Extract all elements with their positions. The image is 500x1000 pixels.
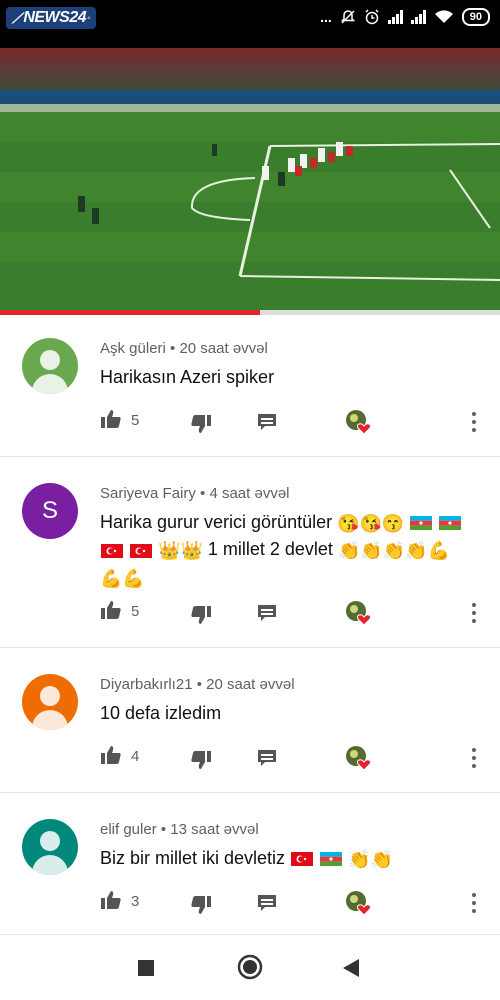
- comment-item: Diyarbakırlı21 • 20 saat əvvəl 10 defa i…: [0, 648, 500, 792]
- more-vert-icon[interactable]: [471, 748, 477, 768]
- creator-heart-icon: [346, 410, 372, 435]
- like-button[interactable]: [100, 745, 122, 765]
- video-player[interactable]: [0, 48, 500, 310]
- comment-time: 20 saat əvvəl: [206, 676, 295, 693]
- comment-text-content: Biz bir millet iki devletiz: [100, 848, 286, 868]
- avatar-letter: S: [41, 497, 58, 524]
- like-count: 4: [131, 748, 140, 765]
- turkey-flag-icon: [101, 543, 123, 558]
- comment-text: 10 defa izledim: [100, 703, 222, 723]
- news24-logo: ⟋ NEWS24 ◦: [6, 7, 97, 29]
- azerbaijan-flag-icon: [320, 852, 343, 867]
- system-nav-bar: [0, 935, 500, 1000]
- more-vert-icon[interactable]: [471, 603, 477, 623]
- avatar[interactable]: [22, 338, 78, 394]
- comment-text-line1: Harika gurur verici görüntüler: [100, 512, 333, 532]
- comment-item: S Sariyeva Fairy • 4 saat əvvəl Harika g…: [0, 457, 500, 647]
- reply-button[interactable]: [257, 748, 277, 768]
- comment-author[interactable]: Aşk güleri: [100, 340, 166, 357]
- comment-item: elif guler • 13 saat əvvəl Biz bir mille…: [0, 793, 500, 935]
- battery-indicator: 90: [461, 8, 490, 26]
- like-button[interactable]: [100, 600, 122, 620]
- square-icon[interactable]: [137, 959, 155, 977]
- comment-time: 4 saat əvvəl: [209, 485, 290, 502]
- reply-button[interactable]: [257, 603, 277, 623]
- comment-time: 20 saat əvvəl: [179, 340, 268, 357]
- azerbaijan-flag-icon: [439, 516, 462, 531]
- status-bar: ⟋ NEWS24 ◦ ... 90: [0, 0, 500, 48]
- crown-emoji: 👑👑: [158, 540, 203, 561]
- comment-text: Biz bir millet iki devletiz 👏👏: [100, 845, 480, 872]
- creator-heart-icon: [346, 601, 372, 626]
- reply-button[interactable]: [257, 893, 277, 913]
- avatar[interactable]: S: [22, 483, 78, 539]
- news24-logo-icon: ⟋: [12, 9, 22, 26]
- clap-emoji: 👏👏: [348, 849, 393, 870]
- more-dots: ...: [320, 9, 332, 25]
- turkey-flag-icon: [291, 852, 314, 867]
- status-icons: ... 90: [320, 8, 490, 26]
- comment-meta: elif guler • 13 saat əvvəl: [100, 821, 259, 838]
- dislike-button[interactable]: [190, 605, 212, 625]
- comment-meta: Sariyeva Fairy • 4 saat əvvəl: [100, 485, 290, 502]
- more-vert-icon[interactable]: [471, 893, 477, 913]
- azerbaijan-flag-icon: [410, 516, 433, 531]
- comment-author[interactable]: Sariyeva Fairy: [100, 485, 196, 502]
- turkey-flag-icon: [130, 543, 153, 558]
- like-count: 3: [131, 893, 140, 910]
- circle-icon[interactable]: [237, 954, 263, 980]
- avatar[interactable]: [22, 819, 78, 875]
- alarm-icon: [365, 9, 379, 25]
- signal-icon-2: [410, 10, 426, 24]
- creator-heart-icon: [346, 891, 372, 916]
- kiss-emoji: 😘😘😙: [337, 513, 405, 534]
- dislike-button[interactable]: [190, 895, 212, 915]
- like-count: 5: [131, 412, 140, 429]
- clap-emoji: 👏👏👏👏💪: [337, 540, 451, 561]
- signal-icon-1: [387, 10, 403, 24]
- comment-text: Harika gurur verici görüntüler 😘😘😙 👑👑 1 …: [100, 509, 480, 591]
- avatar[interactable]: [22, 674, 78, 730]
- like-button[interactable]: [100, 409, 122, 429]
- wifi-icon: [434, 10, 453, 23]
- comment-text: Harikasın Azeri spiker: [100, 367, 275, 387]
- like-button[interactable]: [100, 890, 122, 910]
- back-triangle-icon[interactable]: [342, 958, 360, 978]
- comment-author[interactable]: Diyarbakırlı21: [100, 676, 193, 693]
- comment-item: Aşk güleri • 20 saat əvvəl Harikasın Aze…: [0, 316, 500, 456]
- video-frame-football-match: [0, 48, 500, 310]
- comment-text-line2: 1 millet 2 devlet: [207, 539, 333, 560]
- notifications-off-icon: [340, 10, 356, 24]
- video-progress-bar[interactable]: [0, 310, 500, 315]
- comment-author[interactable]: elif guler: [100, 821, 157, 838]
- more-vert-icon[interactable]: [471, 412, 477, 432]
- like-count: 5: [131, 603, 140, 620]
- logo-text: NEWS24: [23, 9, 87, 26]
- muscle-emoji: 💪💪: [100, 567, 145, 588]
- comment-meta: Diyarbakırlı21 • 20 saat əvvəl: [100, 676, 295, 693]
- comment-time: 13 saat əvvəl: [170, 821, 259, 838]
- creator-heart-icon: [346, 746, 372, 771]
- dislike-button[interactable]: [190, 414, 212, 434]
- dislike-button[interactable]: [190, 750, 212, 770]
- comment-meta: Aşk güleri • 20 saat əvvəl: [100, 340, 268, 357]
- reply-button[interactable]: [257, 412, 277, 432]
- video-progress-fill: [0, 310, 260, 315]
